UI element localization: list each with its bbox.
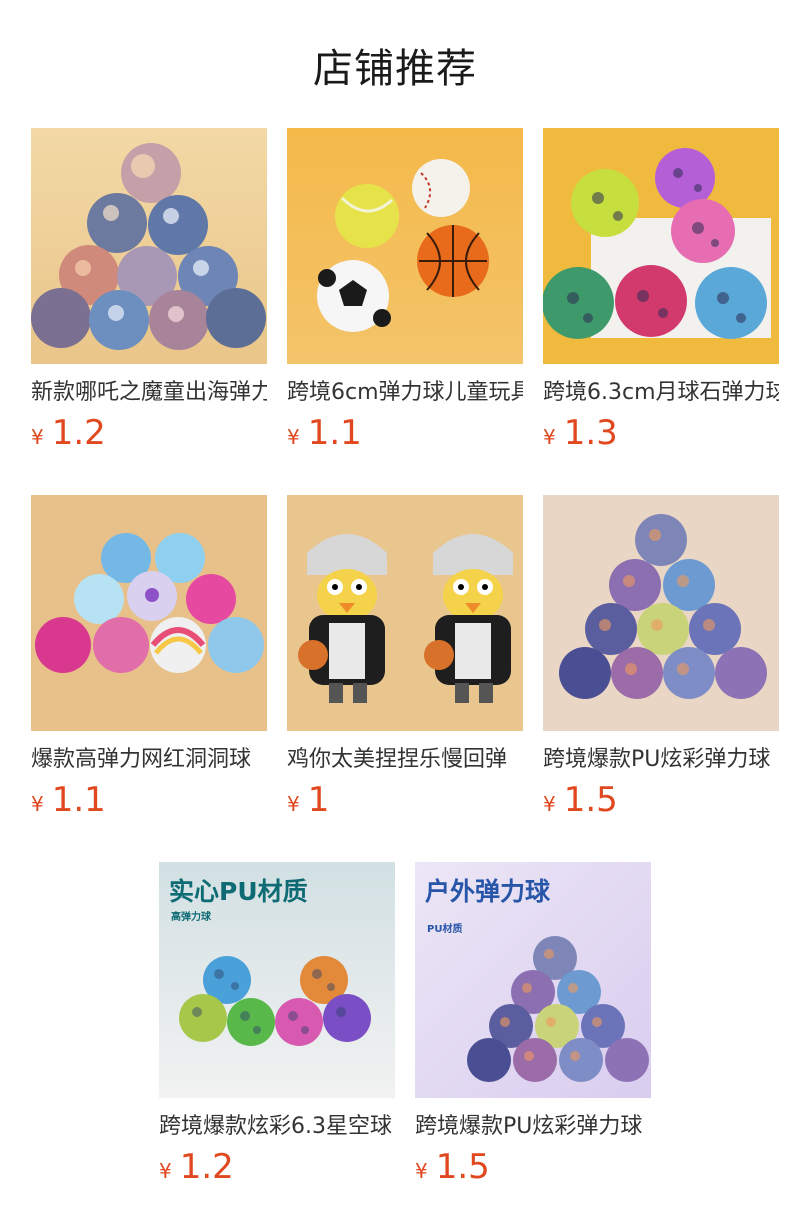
price-value: 1.2 [179,1147,234,1187]
product-name[interactable]: 跨境6.3cm月球石弹力球 [543,378,779,408]
price-value: 1.1 [51,780,106,820]
product-card[interactable]: 跨境爆款PU炫彩弹力球 ¥1.5 [543,495,779,823]
image-subline: PU材质 [427,924,463,935]
currency-symbol: ¥ [31,792,44,816]
product-card[interactable]: 新款哪吒之魔童出海弹力球 ¥1.2 [31,128,267,456]
product-name[interactable]: 鸡你太美捏捏乐慢回弹 [287,745,523,775]
currency-symbol: ¥ [543,792,556,816]
currency-symbol: ¥ [31,425,44,449]
currency-symbol: ¥ [159,1159,172,1183]
image-headline: 户外弹力球 [425,877,551,906]
product-name[interactable]: 新款哪吒之魔童出海弹力球 [31,378,267,408]
product-price: ¥1.2 [31,416,267,456]
product-name[interactable]: 爆款高弹力网红洞洞球 [31,745,267,775]
currency-symbol: ¥ [543,425,556,449]
price-value: 1.3 [563,413,618,453]
product-image[interactable] [543,128,779,364]
price-value: 1.5 [435,1147,490,1187]
currency-symbol: ¥ [415,1159,428,1183]
price-value: 1.2 [51,413,106,453]
product-image[interactable] [287,128,523,364]
currency-symbol: ¥ [287,425,300,449]
product-image[interactable] [543,495,779,731]
product-price: ¥1.5 [415,1150,651,1190]
product-image[interactable]: 户外弹力球 PU材质 [415,862,651,1098]
product-card[interactable]: 爆款高弹力网红洞洞球 ¥1.1 [31,495,267,823]
image-headline: 实心PU材质 [169,877,308,906]
product-card[interactable]: 户外弹力球 PU材质 跨境爆款PU炫彩弹力球 ¥1.5 [415,862,651,1190]
price-value: 1 [307,780,330,820]
product-price: ¥1.1 [31,783,267,823]
product-card[interactable]: 跨境6cm弹力球儿童玩具 ¥1.1 [287,128,523,456]
product-card[interactable]: 跨境6.3cm月球石弹力球 ¥1.3 [543,128,779,456]
product-card[interactable]: 实心PU材质 高弹力球 跨境爆款炫彩6.3星空球 ¥1.2 [159,862,395,1190]
product-image[interactable] [31,128,267,364]
product-price: ¥1.1 [287,416,523,456]
product-image[interactable]: 实心PU材质 高弹力球 [159,862,395,1098]
product-name[interactable]: 跨境爆款PU炫彩弹力球 [415,1112,651,1142]
product-price: ¥1.5 [543,783,779,823]
product-image[interactable] [31,495,267,731]
product-price: ¥1 [287,783,523,823]
product-name[interactable]: 跨境爆款PU炫彩弹力球 [543,745,779,775]
price-value: 1.5 [563,780,618,820]
product-name[interactable]: 跨境爆款炫彩6.3星空球 [159,1112,395,1142]
image-subline: 高弹力球 [171,912,211,923]
section-title: 店铺推荐 [313,46,477,92]
product-price: ¥1.2 [159,1150,395,1190]
price-value: 1.1 [307,413,362,453]
product-name[interactable]: 跨境6cm弹力球儿童玩具 [287,378,523,408]
currency-symbol: ¥ [287,792,300,816]
product-price: ¥1.3 [543,416,779,456]
product-card[interactable]: 鸡你太美捏捏乐慢回弹 ¥1 [287,495,523,823]
product-image[interactable] [287,495,523,731]
